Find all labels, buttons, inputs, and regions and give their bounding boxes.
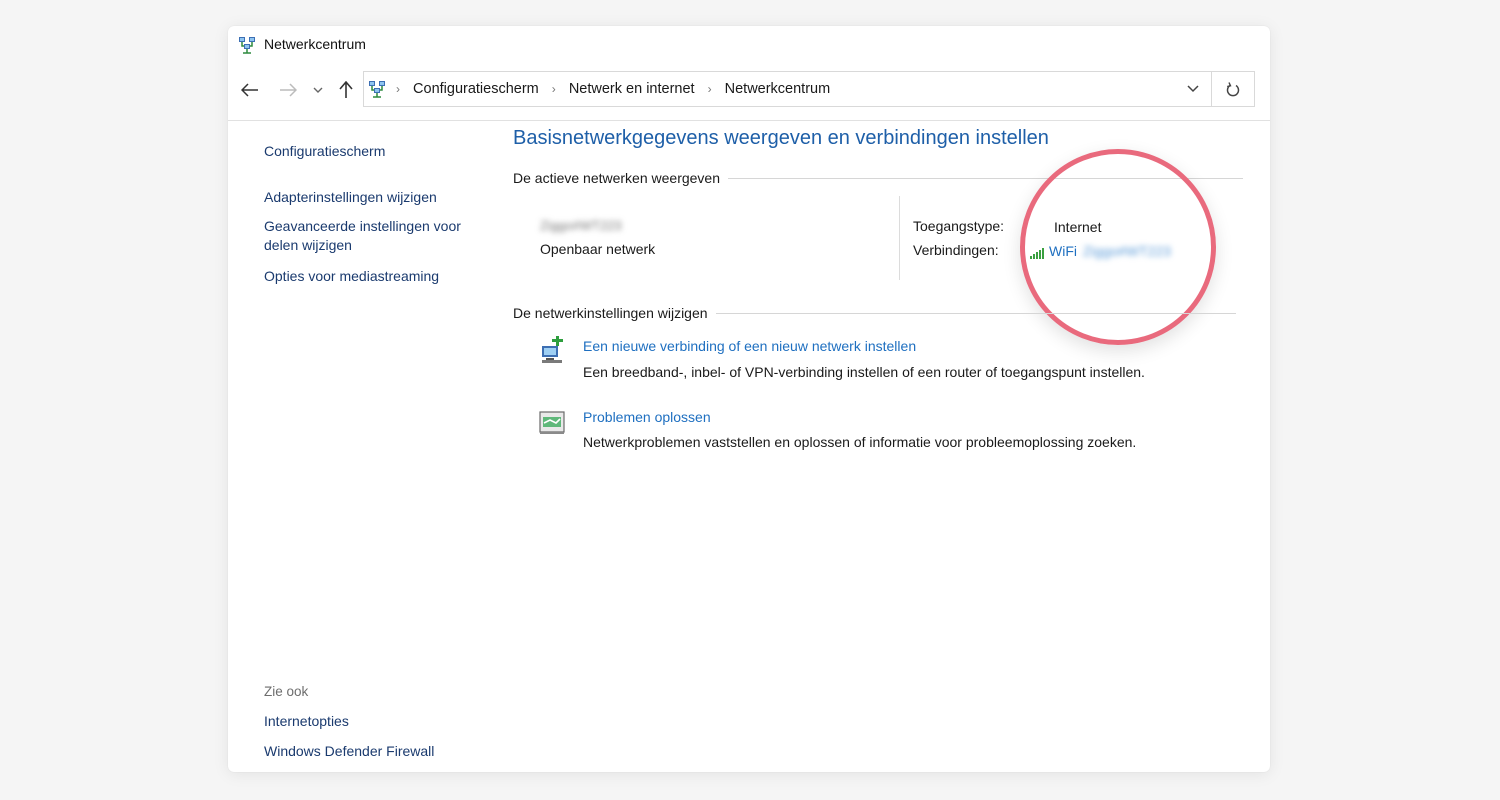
recent-locations-button[interactable] bbox=[306, 78, 330, 102]
address-dropdown-button[interactable] bbox=[1183, 79, 1203, 99]
change-settings-section: De netwerkinstellingen wijzigen bbox=[513, 305, 1236, 321]
address-bar[interactable]: › Configuratiescherm › Netwerk en intern… bbox=[363, 71, 1212, 107]
sidebar-item-media-streaming[interactable]: Opties voor mediastreaming bbox=[264, 267, 439, 286]
breadcrumb-separator: › bbox=[551, 82, 556, 96]
forward-button[interactable] bbox=[276, 78, 300, 102]
troubleshoot-link[interactable]: Problemen oplossen bbox=[583, 409, 711, 425]
page-title: Basisnetwerkgegevens weergeven en verbin… bbox=[513, 127, 1049, 149]
breadcrumb-item-netwerkcentrum[interactable]: Netwerkcentrum bbox=[725, 81, 831, 97]
back-button[interactable] bbox=[238, 78, 262, 102]
section-divider bbox=[715, 312, 1236, 314]
new-connection-description: Een breedband-, inbel- of VPN-verbinding… bbox=[583, 364, 1145, 380]
title-bar: Netwerkcentrum bbox=[228, 26, 1270, 66]
breadcrumb-separator: › bbox=[707, 82, 712, 96]
refresh-button[interactable] bbox=[1212, 71, 1255, 107]
see-also-internet-options[interactable]: Internetopties bbox=[264, 713, 349, 729]
new-connection-icon bbox=[542, 336, 563, 363]
access-type-label: Toegangstype: bbox=[913, 218, 1005, 234]
vertical-divider bbox=[899, 196, 900, 280]
up-button[interactable] bbox=[334, 78, 358, 102]
refresh-icon bbox=[1226, 82, 1240, 97]
troubleshoot-icon bbox=[539, 411, 565, 434]
breadcrumb-item-configuratiescherm[interactable]: Configuratiescherm bbox=[413, 81, 539, 97]
sidebar-item-label: delen wijzigen bbox=[264, 237, 352, 253]
connections-label: Verbindingen: bbox=[913, 242, 999, 258]
network-center-window: Netwerkcentrum › Configuratiescherm › Ne… bbox=[228, 26, 1270, 772]
arrow-left-icon bbox=[241, 83, 258, 97]
window-title: Netwerkcentrum bbox=[264, 36, 366, 52]
network-center-icon bbox=[369, 81, 385, 98]
see-also-heading: Zie ook bbox=[264, 684, 309, 699]
section-title: De netwerkinstellingen wijzigen bbox=[513, 305, 708, 321]
sidebar-item-configuratiescherm[interactable]: Configuratiescherm bbox=[264, 142, 385, 161]
chevron-down-icon bbox=[313, 87, 323, 93]
troubleshoot-description: Netwerkproblemen vaststellen en oplossen… bbox=[583, 434, 1137, 450]
breadcrumb-separator: › bbox=[396, 82, 400, 96]
arrow-right-icon bbox=[280, 83, 297, 97]
breadcrumb: › Configuratiescherm › Netwerk en intern… bbox=[396, 81, 830, 97]
sidebar-item-adapter-settings[interactable]: Adapterinstellingen wijzigen bbox=[264, 188, 437, 207]
network-center-icon bbox=[239, 37, 255, 54]
chevron-down-icon bbox=[1187, 85, 1199, 93]
network-type-link[interactable]: Openbaar netwerk bbox=[540, 241, 655, 257]
network-name: Ziggo#WT223 bbox=[540, 218, 622, 233]
sidebar-item-advanced-sharing[interactable]: Geavanceerde instellingen voor delen wij… bbox=[264, 217, 461, 255]
section-title: De actieve netwerken weergeven bbox=[513, 170, 721, 186]
see-also-firewall[interactable]: Windows Defender Firewall bbox=[264, 743, 434, 759]
arrow-up-icon bbox=[339, 81, 353, 98]
new-connection-link[interactable]: Een nieuwe verbinding of een nieuw netwe… bbox=[583, 338, 916, 354]
breadcrumb-item-netwerk-en-internet[interactable]: Netwerk en internet bbox=[569, 81, 695, 97]
sidebar-item-label: Geavanceerde instellingen voor bbox=[264, 218, 461, 234]
nav-divider bbox=[228, 120, 1270, 121]
